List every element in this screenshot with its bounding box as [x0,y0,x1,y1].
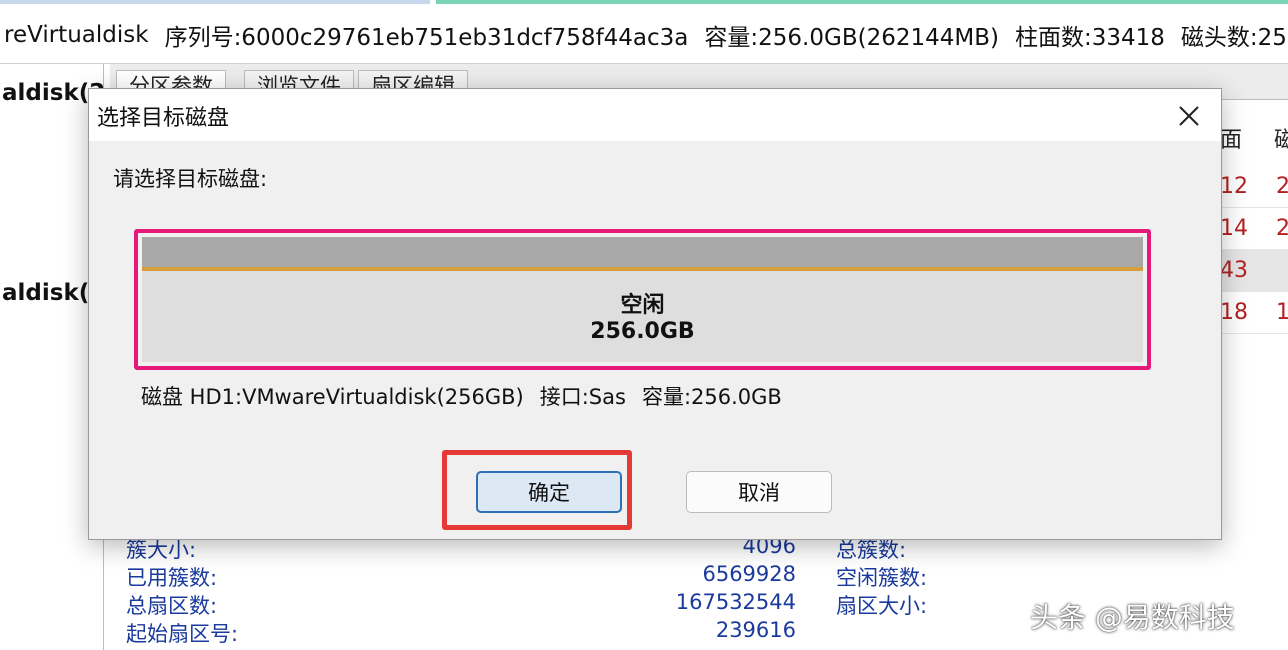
used-clusters-value: 6569928 [702,562,796,586]
table-row[interactable]: 12 2 [1220,166,1288,208]
dialog-prompt: 请选择目标磁盘: [113,167,268,191]
disk-capacity: 容量:256.0GB(262144MB) [704,24,999,51]
table-cell: 1 [1276,300,1288,325]
table-row[interactable]: 14 2 [1220,208,1288,250]
partition-table-partial: 面 磁 12 2 14 2 43 18 1 [1220,100,1288,540]
cancel-button[interactable]: 取消 [686,471,832,513]
column-header: 磁 [1274,128,1288,153]
table-cell: 43 [1220,258,1248,283]
column-header: 面 [1220,128,1243,153]
used-clusters-label: 已用簇数: [126,566,218,590]
disk-description: 磁盘 HD1:VMwareVirtualdisk(256GB) 接口:Sas 容… [141,381,782,411]
table-cell: 2 [1276,216,1288,241]
partition-label: 空闲 [620,293,665,318]
total-clusters-label: 总簇数: [836,540,907,562]
disk-bar-header [142,237,1143,267]
top-accent-strip [0,0,1288,4]
disk-identifier: 磁盘 HD1:VMwareVirtualdisk(256GB) [141,385,524,409]
ok-button[interactable]: 确定 [476,471,622,513]
table-cell: 14 [1220,216,1248,241]
total-sectors-value: 167532544 [675,590,796,614]
start-sector-label: 起始扇区号: [126,622,239,646]
disk-heads: 磁头数:255 [1180,24,1288,51]
cluster-size-label: 簇大小: [126,540,197,562]
table-row[interactable]: 43 [1220,250,1288,292]
dialog-title: 选择目标磁盘 [97,106,230,131]
table-cell: 18 [1220,300,1248,325]
table-row[interactable]: 18 1 [1220,292,1288,334]
disk-map-bar[interactable]: 空闲 256.0GB [142,237,1143,362]
disk-capacity-label: 容量:256.0GB [641,385,782,409]
cluster-size-value: 4096 [742,540,796,558]
start-sector-value: 239616 [715,618,796,642]
tab-accent-left [0,0,430,4]
table-cell: 2 [1276,174,1288,199]
free-clusters-label: 空闲簇数: [836,566,928,590]
total-sectors-label: 总扇区数: [126,594,218,618]
free-space-partition[interactable]: 空闲 256.0GB [142,271,1143,362]
disk-name: reVirtualdisk [4,21,149,48]
close-button[interactable] [1171,98,1207,134]
disk-selection-highlight: 空闲 256.0GB [134,229,1151,370]
disk-info-bar: reVirtualdisk 序列号:6000c29761eb751eb31dcf… [0,6,1288,64]
close-icon [1179,106,1199,126]
partition-size: 256.0GB [590,319,695,344]
tab-accent-right [436,0,1288,4]
table-cell: 12 [1220,174,1248,199]
dialog-titlebar: 选择目标磁盘 [89,89,1221,141]
disk-serial: 序列号:6000c29761eb751eb31dcf758f44ac3a [164,24,689,51]
watermark: 头条 @易数科技 [1030,601,1235,634]
disk-cylinders: 柱面数:33418 [1014,24,1165,51]
select-target-disk-dialog: 选择目标磁盘 请选择目标磁盘: 空闲 256.0GB 磁盘 HD1:VMware… [88,88,1222,540]
disk-interface: 接口:Sas [539,385,626,409]
sector-size-label: 扇区大小: [836,594,928,618]
